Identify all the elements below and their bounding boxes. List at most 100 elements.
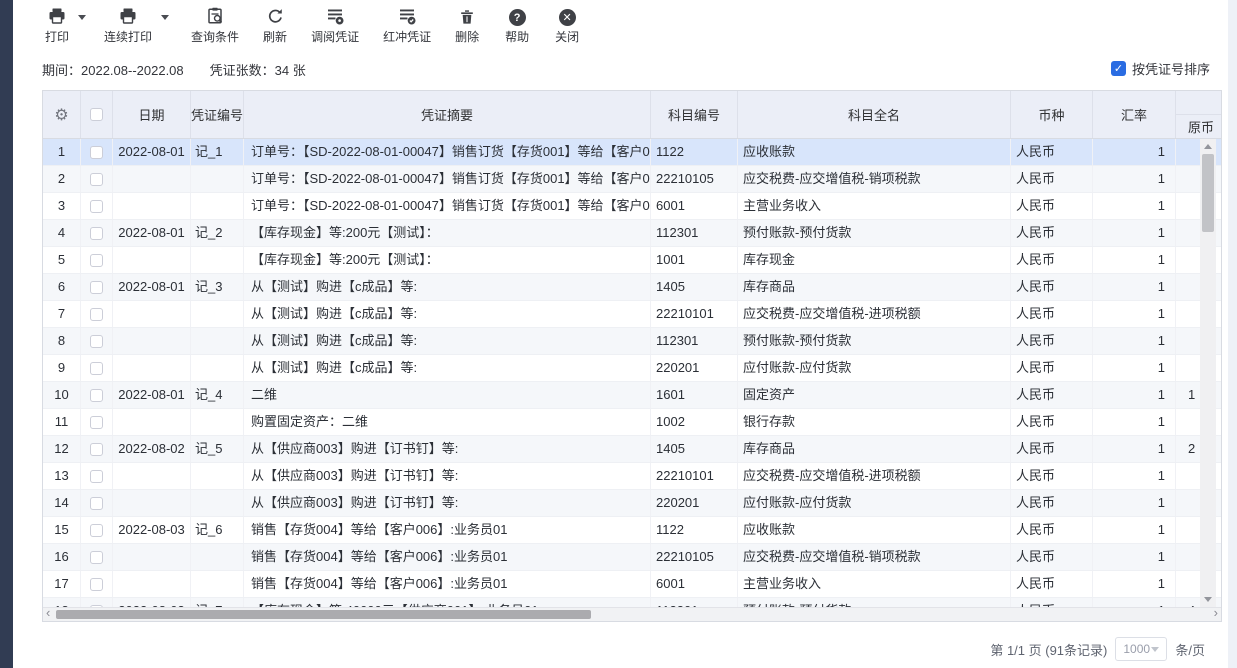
cell-currency: 人民币	[1011, 490, 1093, 516]
red-reverse-voucher-button[interactable]: 红冲凭证	[383, 6, 431, 45]
checkbox-checked-icon[interactable]: ✓	[1111, 61, 1126, 76]
cell-rate: 1	[1093, 301, 1176, 327]
table-row[interactable]: 2订单号：【SD-2022-08-01-00047】销售订货【存货001】等给【…	[43, 166, 1221, 193]
row-checkbox[interactable]	[90, 470, 103, 483]
vertical-scroll-thumb[interactable]	[1202, 154, 1214, 232]
table-row[interactable]: 14从【供应商003】购进【订书钉】等:220201应付账款-应付货款人民币1	[43, 490, 1221, 517]
cell-subject-code: 1122	[651, 517, 738, 543]
table-row[interactable]: 13从【供应商003】购进【订书钉】等:22210101应交税费-应交增值税-进…	[43, 463, 1221, 490]
print-dropdown-arrow[interactable]	[78, 15, 86, 20]
cell-subject-name: 应付账款-应付货款	[738, 355, 1011, 381]
row-checkbox[interactable]	[90, 254, 103, 267]
table-row[interactable]: 8从【测试】购进【c成品】等:112301预付账款-预付货款人民币1	[43, 328, 1221, 355]
table-header: ⚙ 日期 凭证编号 凭证摘要 科目编号 科目全名 币种 汇率 原币	[43, 91, 1221, 139]
row-checkbox[interactable]	[90, 362, 103, 375]
column-header-original-currency[interactable]: 原币	[1176, 91, 1221, 138]
view-voucher-button[interactable]: 调阅凭证	[311, 6, 359, 45]
table-row[interactable]: 7从【测试】购进【c成品】等:22210101应交税费-应交增值税-进项税额人民…	[43, 301, 1221, 328]
column-header-voucher-no[interactable]: 凭证编号	[191, 91, 244, 138]
sort-by-voucher-checkbox[interactable]: ✓ 按凭证号排序	[1111, 59, 1210, 78]
cell-voucher-no: 记_3	[191, 274, 244, 300]
row-checkbox[interactable]	[90, 200, 103, 213]
column-header-currency[interactable]: 币种	[1011, 91, 1093, 138]
horizontal-scrollbar[interactable]: ‹ ›	[43, 607, 1221, 621]
table-row[interactable]: 12022-08-01记_1订单号：【SD-2022-08-01-00047】销…	[43, 139, 1221, 166]
row-checkbox[interactable]	[90, 389, 103, 402]
cell-subject-name: 银行存款	[738, 409, 1011, 435]
left-nav-strip	[0, 0, 13, 668]
column-header-summary[interactable]: 凭证摘要	[244, 91, 651, 138]
cell-rate: 1	[1093, 490, 1176, 516]
help-button[interactable]: ? 帮助	[505, 6, 529, 45]
scroll-right-arrow-icon[interactable]: ›	[1214, 606, 1218, 620]
row-checkbox[interactable]	[90, 281, 103, 294]
cell-date	[113, 328, 191, 354]
cell-date	[113, 355, 191, 381]
select-all-checkbox[interactable]	[90, 108, 103, 121]
cell-date	[113, 544, 191, 570]
row-checkbox[interactable]	[90, 335, 103, 348]
search-conditions-icon	[205, 6, 225, 26]
cell-date: 2022-08-01	[113, 274, 191, 300]
continuous-print-dropdown-arrow[interactable]	[161, 15, 169, 20]
cell-date: 2022-08-01	[113, 382, 191, 408]
table-row[interactable]: 3订单号：【SD-2022-08-01-00047】销售订货【存货001】等给【…	[43, 193, 1221, 220]
table-row[interactable]: 62022-08-01记_3从【测试】购进【c成品】等:1405库存商品人民币1	[43, 274, 1221, 301]
column-settings-cell[interactable]: ⚙	[43, 91, 81, 138]
refresh-button[interactable]: 刷新	[263, 6, 287, 45]
trash-icon	[458, 6, 476, 26]
table-row[interactable]: 9从【测试】购进【c成品】等:220201应付账款-应付货款人民币1	[43, 355, 1221, 382]
cell-checkbox	[81, 166, 113, 192]
cell-subject-code: 112301	[651, 328, 738, 354]
cell-summary: 订单号：【SD-2022-08-01-00047】销售订货【存货001】等给【客…	[244, 166, 651, 192]
row-checkbox[interactable]	[90, 146, 103, 159]
row-checkbox[interactable]	[90, 551, 103, 564]
column-header-subject-name[interactable]: 科目全名	[738, 91, 1011, 138]
column-header-rate[interactable]: 汇率	[1093, 91, 1176, 138]
row-checkbox[interactable]	[90, 227, 103, 240]
scroll-down-arrow-icon[interactable]	[1204, 597, 1212, 602]
scroll-left-arrow-icon[interactable]: ‹	[46, 606, 50, 620]
cell-date: 2022-08-01	[113, 220, 191, 246]
table-row[interactable]: 42022-08-01记_2【库存现金】等:200元【测试】：112301预付账…	[43, 220, 1221, 247]
row-checkbox[interactable]	[90, 497, 103, 510]
scroll-up-arrow-icon[interactable]	[1204, 144, 1212, 149]
table-row[interactable]: 17销售【存货004】等给【客户006】:业务员016001主营业务收入人民币1	[43, 571, 1221, 598]
row-checkbox[interactable]	[90, 443, 103, 456]
delete-button[interactable]: 删除	[455, 6, 479, 45]
close-button[interactable]: ✕ 关闭	[555, 6, 579, 45]
cell-row-number: 11	[43, 409, 81, 435]
table-row[interactable]: 11购置固定资产：二维1002银行存款人民币1	[43, 409, 1221, 436]
horizontal-scroll-thumb[interactable]	[56, 610, 591, 619]
cell-summary: 从【测试】购进【c成品】等:	[244, 274, 651, 300]
continuous-print-button[interactable]: 连续打印	[104, 6, 152, 45]
query-conditions-button[interactable]: 查询条件	[191, 6, 239, 45]
table-row[interactable]: 16销售【存货004】等给【客户006】:业务员0122210105应交税费-应…	[43, 544, 1221, 571]
print-button[interactable]: 打印	[45, 6, 69, 45]
row-checkbox[interactable]	[90, 173, 103, 186]
table-row[interactable]: 122022-08-02记_5从【供应商003】购进【订书钉】等:1405库存商…	[43, 436, 1221, 463]
table-row[interactable]: 102022-08-01记_4二维1601固定资产人民币11	[43, 382, 1221, 409]
page-size-select[interactable]: 1000	[1115, 637, 1167, 661]
cell-subject-code: 22210101	[651, 301, 738, 327]
cell-subject-name: 应交税费-应交增值税-销项税款	[738, 544, 1011, 570]
row-checkbox[interactable]	[90, 308, 103, 321]
select-all-cell[interactable]	[81, 91, 113, 138]
vertical-scrollbar[interactable]	[1200, 139, 1216, 607]
column-header-date[interactable]: 日期	[113, 91, 191, 138]
row-checkbox[interactable]	[90, 578, 103, 591]
cell-date	[113, 193, 191, 219]
column-header-subject-code[interactable]: 科目编号	[651, 91, 738, 138]
page-right-strip	[1228, 0, 1237, 668]
cell-subject-code: 220201	[651, 355, 738, 381]
row-checkbox[interactable]	[90, 524, 103, 537]
cell-date	[113, 409, 191, 435]
cell-subject-code: 1001	[651, 247, 738, 273]
table-row[interactable]: 152022-08-03记_6销售【存货004】等给【客户006】:业务员011…	[43, 517, 1221, 544]
cell-voucher-no: 记_1	[191, 139, 244, 165]
cell-currency: 人民币	[1011, 139, 1093, 165]
cell-row-number: 14	[43, 490, 81, 516]
table-row[interactable]: 5【库存现金】等:200元【测试】：1001库存现金人民币1	[43, 247, 1221, 274]
row-checkbox[interactable]	[90, 416, 103, 429]
refresh-icon	[266, 6, 285, 26]
